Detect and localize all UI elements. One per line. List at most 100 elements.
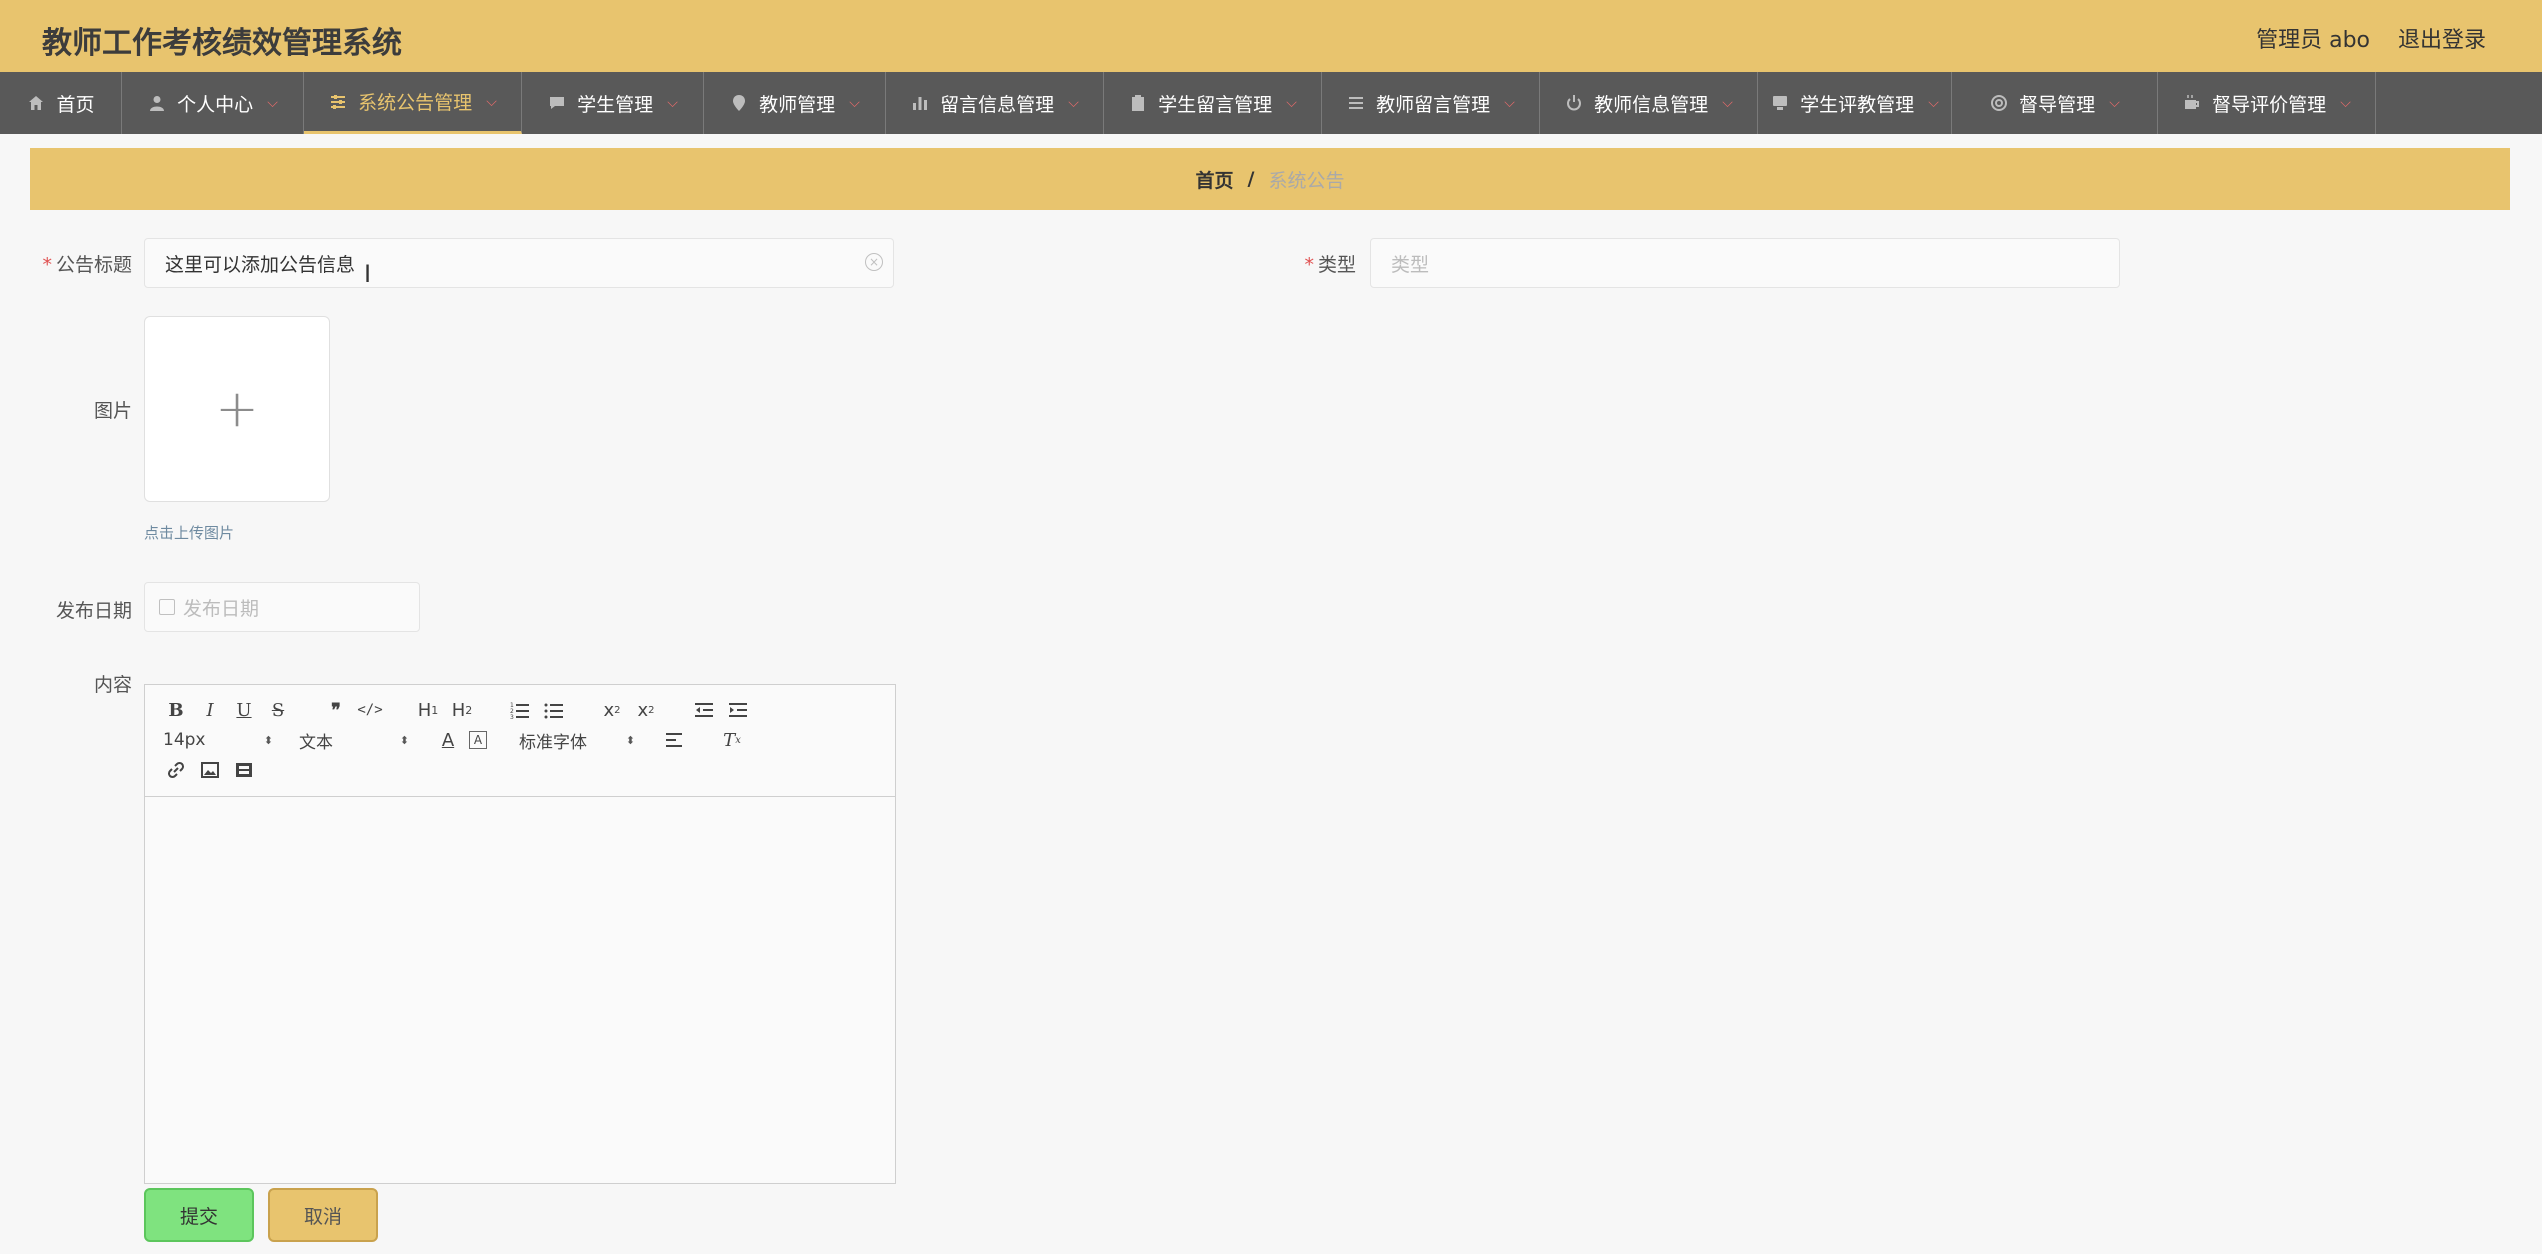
- nav-label: 系统公告管理: [358, 92, 473, 114]
- outdent-icon[interactable]: [691, 697, 717, 723]
- nav-label: 个人中心: [177, 93, 254, 116]
- sliders-icon: [328, 92, 348, 112]
- select-arrows-icon: ⬍: [625, 733, 635, 747]
- nav-item-teacher[interactable]: 教师管理 ⌵: [704, 72, 886, 134]
- nav-label: 教师留言管理: [1376, 93, 1491, 116]
- date-picker[interactable]: 发布日期: [144, 582, 420, 632]
- ordered-list-icon[interactable]: 123: [507, 697, 533, 723]
- clear-format-icon[interactable]: Tx: [719, 727, 745, 753]
- nav-label: 督导评价管理: [2212, 93, 2327, 116]
- editor-content-area[interactable]: [145, 797, 895, 1183]
- subscript-icon[interactable]: x2: [599, 697, 625, 723]
- nav-item-teacher-info[interactable]: 教师信息管理 ⌵: [1540, 72, 1758, 134]
- nav-label: 学生评教管理: [1800, 93, 1915, 116]
- submit-button[interactable]: 提交: [144, 1188, 254, 1242]
- bold-icon[interactable]: B: [163, 697, 189, 723]
- title-input-value: 这里可以添加公告信息: [165, 253, 356, 276]
- breadcrumb-current: 系统公告: [1268, 169, 1345, 192]
- blockquote-icon[interactable]: ❞: [323, 697, 349, 723]
- content-label: 内容: [93, 674, 132, 696]
- chevron-down-icon: ⌵: [667, 95, 678, 111]
- chevron-down-icon: ⌵: [849, 95, 860, 111]
- location-icon: [729, 93, 749, 113]
- nav-item-supervisor[interactable]: 督导管理 ⌵: [1952, 72, 2158, 134]
- breadcrumb-home[interactable]: 首页: [1196, 166, 1234, 193]
- main-nav: 首页 个人中心 ⌵ 系统公告管理 ⌵ 学生管理 ⌵ 教师管理 ⌵ 留言信息管理 …: [0, 72, 2542, 134]
- chevron-down-icon: ⌵: [1928, 95, 1939, 111]
- nav-item-student-evaluation[interactable]: 学生评教管理 ⌵: [1758, 72, 1952, 134]
- link-icon[interactable]: [163, 757, 189, 783]
- block-type-select[interactable]: 文本 ⬍: [299, 728, 409, 753]
- nav-item-student[interactable]: 学生管理 ⌵: [522, 72, 704, 134]
- rich-text-editor: B I U S ❞ </> H1 H2 123 x2 x2 14px ⬍ 文本 …: [144, 684, 896, 1184]
- bullet-list-icon[interactable]: [541, 697, 567, 723]
- clear-icon[interactable]: ×: [865, 253, 883, 271]
- type-label: * 类型: [1300, 250, 1356, 277]
- strikethrough-icon[interactable]: S: [265, 697, 291, 723]
- coffee-icon: [2182, 93, 2202, 113]
- cancel-button[interactable]: 取消: [268, 1188, 378, 1242]
- nav-label: 督导管理: [2019, 93, 2096, 116]
- nav-item-student-message[interactable]: 学生留言管理 ⌵: [1104, 72, 1322, 134]
- nav-label: 学生管理: [577, 93, 654, 116]
- chevron-down-icon: ⌵: [2340, 95, 2351, 111]
- chevron-down-icon: ⌵: [1068, 95, 1079, 111]
- nav-item-teacher-message[interactable]: 教师留言管理 ⌵: [1322, 72, 1540, 134]
- video-icon[interactable]: [231, 757, 257, 783]
- chevron-down-icon: ⌵: [2109, 95, 2120, 111]
- top-bar: 教师工作考核绩效管理系统 管理员 abo 退出登录: [0, 0, 2542, 72]
- nav-label: 教师管理: [759, 93, 836, 116]
- text-cursor-icon: I: [364, 260, 372, 288]
- font-family-value: 标准字体: [519, 732, 587, 753]
- nav-label: 教师信息管理: [1594, 93, 1709, 116]
- editor-toolbar: B I U S ❞ </> H1 H2 123 x2 x2 14px ⬍ 文本 …: [145, 685, 895, 797]
- bar-chart-icon: [910, 93, 930, 113]
- nav-item-home[interactable]: 首页: [0, 72, 122, 134]
- calendar-icon: [159, 599, 175, 615]
- italic-icon[interactable]: I: [197, 697, 223, 723]
- required-mark: *: [42, 254, 52, 276]
- type-label-text: 类型: [1317, 254, 1356, 276]
- nav-label: 首页: [56, 93, 95, 116]
- nav-item-message-info[interactable]: 留言信息管理 ⌵: [886, 72, 1104, 134]
- block-type-value: 文本: [299, 732, 333, 753]
- clipboard-icon: [1128, 93, 1148, 113]
- current-user: 管理员 abo: [2256, 28, 2370, 53]
- nav-item-personal-center[interactable]: 个人中心 ⌵: [122, 72, 304, 134]
- nav-item-announcement[interactable]: 系统公告管理 ⌵: [304, 72, 522, 134]
- chevron-down-icon: ⌵: [1504, 95, 1515, 111]
- font-size-value: 14px: [163, 730, 206, 750]
- font-size-select[interactable]: 14px ⬍: [163, 730, 273, 750]
- chevron-down-icon: ⌵: [486, 93, 497, 110]
- chevron-down-icon: ⌵: [1722, 95, 1733, 111]
- title-label: * 公告标题: [40, 250, 132, 277]
- chevron-down-icon: ⌵: [267, 95, 278, 111]
- monitor-icon: [1770, 93, 1790, 113]
- nav-item-supervisor-evaluation[interactable]: 督导评价管理 ⌵: [2158, 72, 2376, 134]
- breadcrumb-separator: /: [1247, 168, 1255, 190]
- background-color-icon[interactable]: A: [469, 731, 487, 749]
- lifebuoy-icon: [1989, 93, 2009, 113]
- heading-1-icon[interactable]: H1: [415, 697, 441, 723]
- indent-icon[interactable]: [725, 697, 751, 723]
- plus-icon: +: [215, 379, 259, 439]
- power-icon: [1564, 93, 1584, 113]
- superscript-icon[interactable]: x2: [633, 697, 659, 723]
- type-input[interactable]: 类型: [1370, 238, 2120, 288]
- select-arrows-icon: ⬍: [399, 733, 409, 747]
- font-color-icon[interactable]: A: [435, 727, 461, 753]
- chat-icon: [547, 93, 567, 113]
- underline-icon[interactable]: U: [231, 697, 257, 723]
- image-upload-button[interactable]: +: [144, 316, 330, 502]
- logout-link[interactable]: 退出登录: [2398, 22, 2486, 54]
- code-block-icon[interactable]: </>: [357, 697, 383, 723]
- svg-text:3: 3: [510, 714, 514, 719]
- title-input[interactable]: 这里可以添加公告信息 ×: [144, 238, 894, 288]
- heading-2-icon[interactable]: H2: [449, 697, 475, 723]
- type-placeholder: 类型: [1391, 253, 1430, 276]
- align-icon[interactable]: [661, 727, 687, 753]
- image-icon[interactable]: [197, 757, 223, 783]
- title-label-text: 公告标题: [55, 254, 132, 276]
- date-placeholder: 发布日期: [183, 597, 260, 620]
- font-family-select[interactable]: 标准字体 ⬍: [519, 728, 635, 753]
